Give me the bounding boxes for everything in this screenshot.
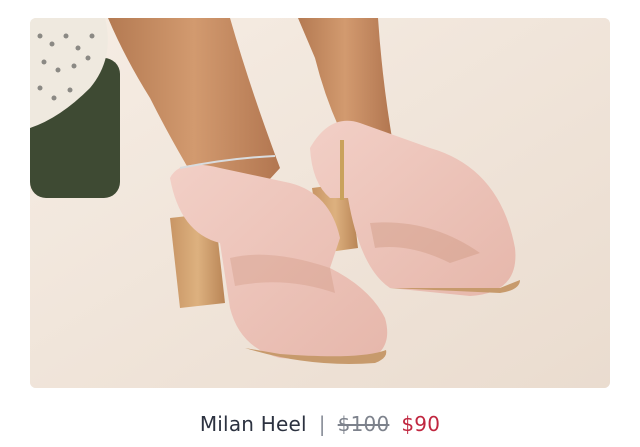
product-image[interactable]	[30, 18, 610, 388]
caption-separator: |	[318, 412, 326, 436]
stool-prop	[30, 18, 120, 198]
product-name[interactable]: Milan Heel	[200, 412, 307, 436]
product-card[interactable]: Milan Heel | $100 $90	[0, 0, 640, 447]
sale-price: $90	[401, 412, 441, 436]
original-price: $100	[337, 412, 390, 436]
product-caption: Milan Heel | $100 $90	[0, 406, 640, 442]
